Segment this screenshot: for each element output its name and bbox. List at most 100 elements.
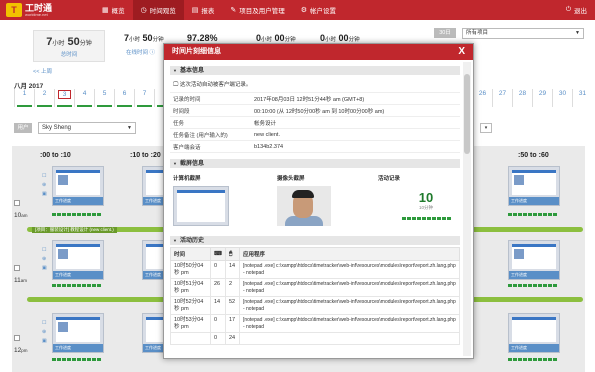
activity-bar [396, 217, 456, 220]
webcam-screenshot[interactable] [277, 186, 331, 226]
nav-account-settings[interactable]: ⚙ 帐户设置 [293, 0, 344, 20]
day-activity-bar [17, 105, 32, 107]
nav-projects-users[interactable]: ✎ 项目及用户管理 [222, 0, 292, 20]
history-cell-k: 26 [210, 278, 226, 297]
help-icon: ⓘ [149, 50, 156, 56]
info-value: 帐务设计 [254, 120, 277, 127]
shot-actions[interactable]: ☐ ⊕ ▣ [42, 319, 47, 346]
row-checkbox[interactable] [14, 335, 20, 341]
calendar-day[interactable]: 27 [492, 89, 512, 107]
chevron-down-icon: ▼ [127, 125, 132, 131]
project-select[interactable]: 所有项目 ▼ [462, 28, 584, 39]
shot-actions[interactable]: ☐ ⊕ ▣ [42, 172, 47, 199]
activity-bar [508, 284, 557, 287]
calendar-day[interactable]: 28 [512, 89, 532, 107]
row-hour-label: 10am [14, 212, 28, 219]
logo[interactable]: T 工时通 worktime.net [6, 3, 52, 17]
nav-overview[interactable]: ▦ 概览 [94, 0, 133, 20]
total-time-label: 总时间 [60, 52, 78, 58]
info-value: 2017年08月03日 12时51分44秒 am (GMT+8) [254, 96, 365, 103]
date-range-button[interactable]: 30日 [434, 28, 456, 38]
screenshot-thumb[interactable]: 工作进度 [508, 240, 560, 280]
calendar-day[interactable]: 26 [472, 89, 492, 107]
logo-mark: T [6, 3, 22, 17]
wrench-icon: ✎ [230, 7, 237, 14]
chevron-down-icon: ▼ [575, 30, 580, 36]
screenshot-thumb[interactable]: 工作进度 [508, 313, 560, 353]
calendar-day[interactable]: 31 [572, 89, 592, 107]
nav-timeline[interactable]: ◷ 时间观览 [132, 0, 184, 20]
detail-modal: 时间片刻细信息 X ▼ 基本信息 🖵 这次活动自动被客户端记录。 记录的时间 201… [163, 43, 474, 359]
logo-subtitle: worktime.net [25, 11, 48, 17]
modal-scroll-thumb[interactable] [464, 74, 470, 154]
row-checkbox[interactable] [14, 265, 20, 271]
info-key: 时间段 [173, 108, 190, 115]
screenshot-thumb[interactable]: 工作进度 [52, 313, 104, 353]
user-select[interactable]: Sky Sheng ▼ [38, 122, 136, 134]
stat-four: 0小时 00分钟 [320, 33, 360, 43]
screenshot-thumb[interactable]: 工作进度 [52, 240, 104, 280]
collapse-icon: ▼ [173, 238, 177, 243]
stat-four-minutes: 00 [338, 33, 349, 43]
history-cell-t: 10时51分04秒 pm [170, 278, 211, 297]
history-cell-app: [notepad .exe] c:\xampp\htdocs\timetrack… [238, 314, 461, 333]
media-row: 计算机截屏 摄像头截屏 活动记录 10 10分钟 [170, 174, 460, 226]
history-cell-t [170, 332, 211, 345]
shot-actions[interactable]: ☐ ⊕ ▣ [42, 246, 47, 273]
gear-icon: ⚙ [300, 7, 308, 14]
project-select-value: 所有项目 [466, 30, 489, 36]
calendar-day[interactable]: 5 [94, 89, 114, 107]
calendar-day[interactable]: 1 [14, 89, 34, 107]
history-cell-app [238, 332, 461, 345]
calendar-day[interactable]: 3 [54, 89, 74, 107]
calendar-day[interactable]: 2 [34, 89, 54, 107]
section-basic-info[interactable]: ▼ 基本信息 [170, 66, 460, 75]
mouse-icon: 🖱 [224, 247, 240, 261]
calendar-day[interactable]: 7 [134, 89, 154, 107]
user-label: 用户 [14, 123, 32, 133]
user-select-value: Sky Sheng [42, 125, 72, 131]
activity-value: 10 [418, 190, 434, 205]
calendar-day-number: 27 [498, 90, 507, 97]
collapse-icon: ▼ [173, 161, 177, 166]
history-cell-k: 0 [210, 260, 226, 279]
col-application: 应用程序 [238, 247, 461, 261]
info-row: 记录的时间 2017年08月03日 12时51分44秒 am (GMT+8) [170, 93, 460, 105]
section-basic-info-title: 基本信息 [179, 68, 204, 74]
online-time-stat: 7小时 50分钟 [124, 33, 164, 43]
calendar-day[interactable]: 6 [114, 89, 134, 107]
section-activity-history[interactable]: ▼ 活动历史 [170, 236, 460, 245]
calendar-day-number: 7 [142, 90, 147, 97]
screenshot-thumb[interactable]: 工作进度 [52, 166, 104, 206]
info-value: new client. [254, 131, 280, 138]
calendar-day[interactable]: 30 [552, 89, 572, 107]
history-cell-k: 14 [210, 296, 226, 315]
nav-overview-label: 概览 [111, 8, 125, 15]
calendar-day-number: 4 [82, 90, 87, 97]
history-cell-m: 2 [224, 278, 240, 297]
day-activity-bar [77, 105, 92, 107]
calendar-day[interactable]: 4 [74, 89, 94, 107]
row-checkbox[interactable] [14, 200, 20, 206]
day-activity-bar [117, 105, 132, 107]
last-week-link[interactable]: << 上周 [33, 67, 52, 75]
history-cell-t: 10时53分04秒 pm [170, 314, 211, 333]
col-head-1: :10 to :20 [130, 152, 161, 159]
calendar-day[interactable]: 29 [532, 89, 552, 107]
computer-screenshot-title: 计算机截屏 [173, 176, 201, 182]
nav-reports[interactable]: ▤ 报表 [184, 0, 223, 20]
computer-screenshot[interactable] [173, 186, 229, 226]
close-button[interactable]: X [458, 44, 465, 60]
auto-record-note-text: 这次活动自动被客户端记录。 [179, 82, 252, 88]
logout-button[interactable]: ⏻ 退出 [566, 0, 587, 20]
history-cell-m: 24 [224, 332, 240, 345]
section-screenshot-info[interactable]: ▼ 截屏信息 [170, 159, 460, 168]
auto-record-note: 🖵 这次活动自动被客户端记录。 [170, 77, 460, 93]
activity-bar [508, 213, 557, 216]
nav-account-settings-label: 帐户设置 [310, 8, 337, 15]
modal-title: 时间片刻细信息 [172, 48, 221, 55]
power-icon: ⏻ [565, 6, 571, 13]
modal-header: 时间片刻细信息 X [164, 44, 473, 60]
view-toggle[interactable]: ▾ [480, 123, 492, 133]
screenshot-thumb[interactable]: 工作进度 [508, 166, 560, 206]
